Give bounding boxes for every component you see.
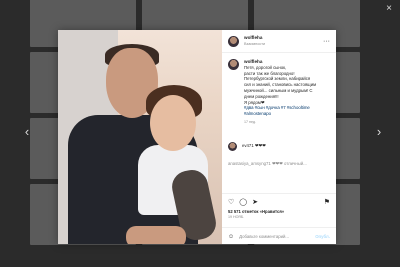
post-header: wolfleha Взаимности ··· (222, 30, 336, 53)
comment-text: ev471 ❤❤❤ (242, 143, 266, 149)
caption-text: wolfleha Петя, дорогой сынок, расти так … (244, 59, 330, 126)
photo-hand (126, 226, 186, 244)
caption: wolfleha Петя, дорогой сынок, расти так … (222, 53, 336, 126)
heart-icon[interactable]: ♡ (228, 198, 234, 206)
next-post-arrow-icon[interactable]: › (372, 124, 386, 140)
publish-button[interactable]: Опубл. (315, 234, 330, 239)
post-modal: wolfleha Взаимности ··· wolfleha Петя, д… (58, 30, 336, 244)
avatar[interactable] (228, 141, 237, 151)
emoji-icon[interactable]: ☺ (228, 234, 234, 240)
comment-icon[interactable]: ◯ (239, 198, 247, 206)
add-comment-bar: ☺ Добавьте комментарий... Опубл. (222, 227, 336, 245)
comment-row: ev471 ❤❤❤ (222, 141, 336, 151)
comment-text: anastasiya_amsyng71 ❤❤❤ отличный... (228, 160, 307, 166)
caption-time: 17 нед. (244, 119, 256, 124)
post-date: 19 НОЯБ. (228, 215, 245, 219)
share-icon[interactable]: ➤ (252, 198, 258, 206)
comment-input[interactable]: Добавьте комментарий... (239, 234, 289, 239)
post-actions: ♡ ◯ ➤ ⚑ 52 571 отметок «Нравится» 19 НОЯ… (222, 193, 336, 219)
post-sidebar: wolfleha Взаимности ··· wolfleha Петя, д… (222, 30, 336, 244)
more-options-icon[interactable]: ··· (323, 38, 330, 45)
hashtags[interactable]: #два #сын #дочка #7 #schooltime #almoste… (244, 105, 330, 117)
comment-row: anastasiya_amsyng71 ❤❤❤ отличный... (222, 161, 336, 167)
previous-post-arrow-icon[interactable]: ‹ (20, 124, 34, 140)
bookmark-icon[interactable]: ⚑ (324, 198, 330, 206)
avatar[interactable] (228, 35, 239, 47)
post-subtitle: Взаимности (244, 42, 266, 46)
post-author: wolfleha Взаимности (244, 35, 265, 47)
action-icons: ♡ ◯ ➤ ⚑ (228, 198, 330, 206)
post-photo[interactable] (58, 30, 222, 244)
avatar[interactable] (228, 59, 239, 70)
likes-count[interactable]: 52 571 отметок «Нравится» (228, 209, 330, 214)
photo-child-head (150, 95, 196, 151)
close-icon[interactable]: × (386, 3, 392, 14)
